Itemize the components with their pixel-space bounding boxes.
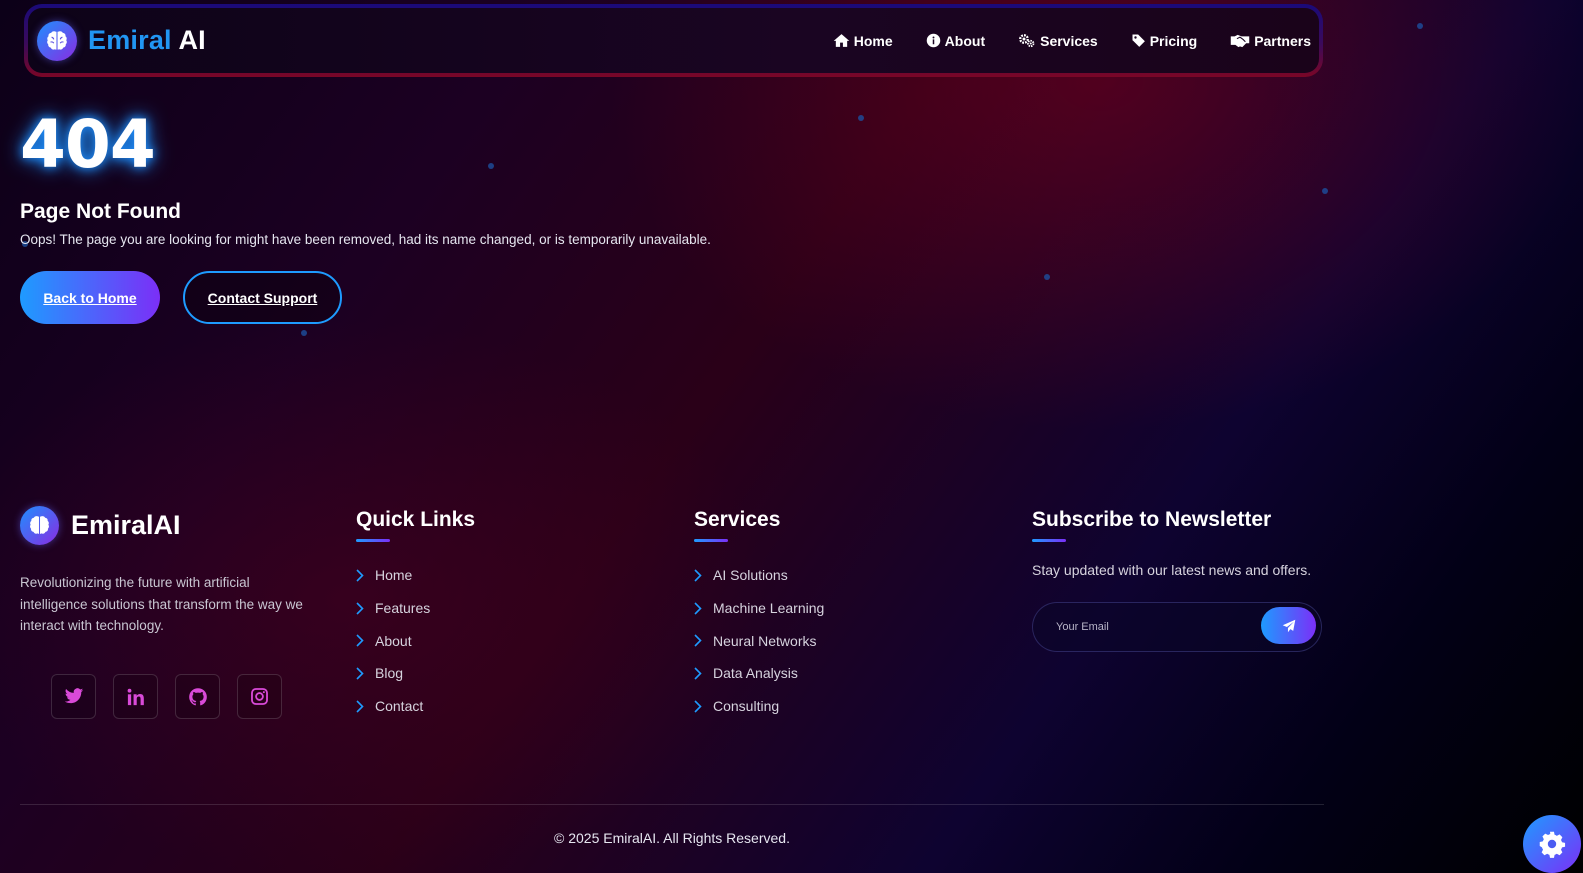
particle-dot bbox=[1417, 23, 1423, 29]
footer-brand[interactable]: EmiralAI bbox=[20, 506, 181, 545]
services-column: Services AI Solutions Machine Learning N… bbox=[694, 508, 824, 722]
info-icon bbox=[926, 33, 940, 48]
contact-support-button[interactable]: Contact Support bbox=[183, 271, 342, 324]
footer-link-ai-solutions[interactable]: AI Solutions bbox=[694, 559, 824, 592]
home-icon bbox=[833, 34, 850, 47]
nav-links: Home About Services Pricing Partners bbox=[800, 8, 1311, 73]
footer-brand-name: EmiralAI bbox=[71, 510, 181, 540]
footer-link-label: Consulting bbox=[713, 698, 780, 715]
gears-icon bbox=[1019, 34, 1035, 48]
quick-links-column: Quick Links Home Features About Blog Con… bbox=[356, 508, 475, 722]
paper-plane-icon bbox=[1282, 619, 1295, 632]
nav-link-label: About bbox=[944, 32, 986, 49]
chevron-right-icon bbox=[356, 569, 364, 582]
newsletter-submit-button[interactable] bbox=[1261, 607, 1316, 644]
social-links bbox=[51, 674, 299, 719]
quick-links-title: Quick Links bbox=[356, 508, 476, 531]
chevron-right-icon bbox=[694, 667, 702, 680]
footer-link-label: Blog bbox=[375, 665, 404, 682]
instagram-icon bbox=[251, 688, 268, 705]
footer-link-data-analysis[interactable]: Data Analysis bbox=[694, 657, 824, 690]
particle-dot bbox=[1322, 188, 1328, 194]
nav-link-services[interactable]: Services bbox=[1018, 33, 1098, 49]
nav-link-pricing[interactable]: Pricing bbox=[1131, 33, 1197, 49]
newsletter-text: Stay updated with our latest news and of… bbox=[1032, 562, 1312, 578]
footer-link-about[interactable]: About bbox=[356, 624, 475, 657]
footer-link-label: About bbox=[375, 632, 412, 649]
nav-link-label: Home bbox=[853, 32, 893, 49]
footer-link-label: Features bbox=[375, 600, 431, 617]
footer-link-label: Contact bbox=[375, 698, 424, 715]
footer-link-blog[interactable]: Blog bbox=[356, 657, 475, 690]
github-icon bbox=[188, 687, 207, 705]
logo-part-ai: AI bbox=[178, 25, 206, 55]
title-underline bbox=[1032, 539, 1066, 542]
footer-link-label: Data Analysis bbox=[713, 665, 798, 682]
error-title: Page Not Found bbox=[20, 200, 181, 223]
footer-link-label: AI Solutions bbox=[713, 567, 788, 584]
footer-description: Revolutionizing the future with artifici… bbox=[20, 575, 303, 633]
back-to-home-button[interactable]: Back to Home bbox=[20, 271, 160, 324]
nav-link-label: Services bbox=[1040, 32, 1098, 49]
nav-link-partners[interactable]: Partners bbox=[1230, 33, 1311, 49]
navbar-inner: Emiral AI Home About Services Pricing Pa… bbox=[28, 8, 1319, 73]
twitter-link[interactable] bbox=[51, 674, 96, 719]
chevron-right-icon bbox=[356, 601, 364, 615]
instagram-link[interactable] bbox=[237, 674, 282, 719]
particle-dot bbox=[858, 115, 864, 121]
nav-link-about[interactable]: About bbox=[926, 33, 985, 49]
footer-link-features[interactable]: Features bbox=[356, 592, 475, 625]
footer-link-label: Machine Learning bbox=[713, 600, 825, 617]
error-message: Oops! The page you are looking for might… bbox=[20, 232, 711, 247]
chevron-right-icon bbox=[694, 700, 702, 713]
logo-part-emiral: Emiral bbox=[88, 25, 172, 55]
footer-link-machine-learning[interactable]: Machine Learning bbox=[694, 592, 824, 625]
tag-icon bbox=[1132, 34, 1145, 47]
logo-text[interactable]: Emiral AI bbox=[88, 25, 206, 56]
nav-link-label: Pricing bbox=[1149, 32, 1198, 49]
particle-dot bbox=[488, 163, 494, 169]
gear-icon bbox=[1539, 831, 1566, 858]
newsletter-email-input[interactable] bbox=[1033, 621, 1253, 633]
chevron-right-icon bbox=[694, 601, 702, 615]
error-code: 404 bbox=[20, 106, 156, 183]
footer-link-label: Neural Networks bbox=[713, 632, 817, 649]
footer-link-neural-networks[interactable]: Neural Networks bbox=[694, 624, 824, 657]
settings-button[interactable] bbox=[1523, 815, 1581, 873]
footer-link-home[interactable]: Home bbox=[356, 559, 475, 592]
twitter-icon bbox=[64, 688, 83, 704]
footer-divider bbox=[20, 804, 1324, 805]
brain-icon[interactable] bbox=[37, 20, 77, 61]
title-underline bbox=[356, 539, 390, 542]
newsletter-column: Subscribe to Newsletter Stay updated wit… bbox=[1032, 508, 1322, 652]
newsletter-title: Subscribe to Newsletter bbox=[1032, 508, 1272, 531]
navbar: Emiral AI Home About Services Pricing Pa… bbox=[24, 4, 1323, 77]
nav-link-home[interactable]: Home bbox=[833, 33, 893, 49]
services-list: AI Solutions Machine Learning Neural Net… bbox=[694, 559, 824, 722]
handshake-icon bbox=[1230, 34, 1250, 47]
footer-link-contact[interactable]: Contact bbox=[356, 690, 475, 723]
services-title: Services bbox=[694, 508, 781, 531]
brain-icon bbox=[20, 506, 59, 545]
linkedin-link[interactable] bbox=[113, 674, 158, 719]
footer-link-consulting[interactable]: Consulting bbox=[694, 690, 824, 723]
chevron-right-icon bbox=[356, 700, 364, 713]
nav-link-label: Partners bbox=[1254, 32, 1311, 49]
title-underline bbox=[694, 539, 728, 542]
newsletter-form bbox=[1032, 602, 1322, 652]
github-link[interactable] bbox=[175, 674, 220, 719]
chevron-right-icon bbox=[356, 667, 364, 680]
copyright-text: © 2025 EmiralAI. All Rights Reserved. bbox=[554, 830, 790, 846]
chevron-right-icon bbox=[694, 634, 702, 647]
chevron-right-icon bbox=[356, 634, 364, 647]
particle-dot bbox=[1044, 274, 1050, 280]
chevron-right-icon bbox=[694, 569, 702, 582]
footer-link-label: Home bbox=[375, 567, 413, 584]
particle-dot bbox=[301, 330, 307, 336]
quick-links-list: Home Features About Blog Contact bbox=[356, 559, 475, 722]
linkedin-icon bbox=[127, 688, 144, 705]
